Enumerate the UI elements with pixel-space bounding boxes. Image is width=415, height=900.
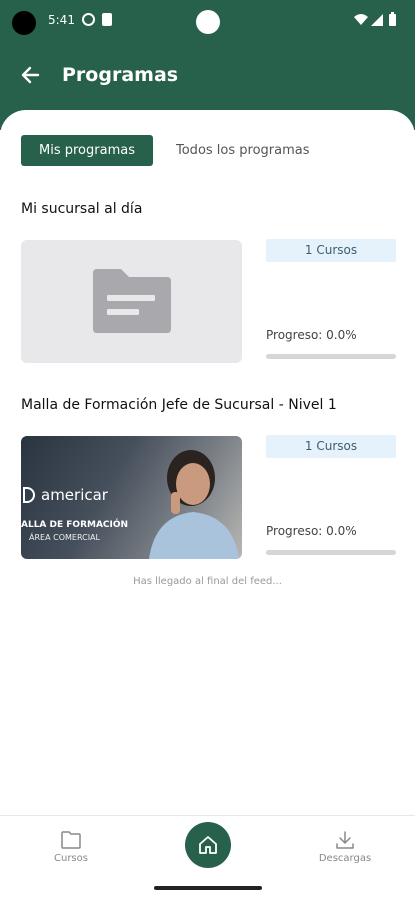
camera-cutout [12, 11, 36, 35]
gesture-bar [154, 886, 262, 890]
courses-badge: 1 Cursos [266, 239, 396, 262]
sim-icon [102, 13, 112, 26]
wifi-signal-battery-icon [354, 12, 396, 26]
progress-label: Progreso: 0.0% [266, 524, 357, 538]
home-icon [199, 836, 217, 854]
tab-todos-los-programas[interactable]: Todos los programas [176, 135, 310, 166]
nav-descargas-label: Descargas [318, 853, 372, 864]
back-button[interactable] [16, 60, 46, 90]
app-bar: Programas [0, 52, 415, 100]
nav-cursos[interactable]: Cursos [36, 830, 106, 864]
progress-bar [266, 354, 396, 359]
brand-logo: americar [23, 486, 108, 504]
program-title[interactable]: Malla de Formación Jefe de Sucursal - Ni… [21, 397, 337, 413]
data-saver-icon [82, 13, 95, 26]
status-time: 5:41 [48, 13, 75, 27]
page-title: Programas [62, 64, 179, 86]
program-thumbnail[interactable]: americar ALLA DE FORMACIÓN ÁREA COMERCIA… [21, 436, 242, 559]
brand-mark-icon [23, 487, 35, 503]
program-thumbnail[interactable] [21, 240, 242, 363]
folder-icon [93, 269, 171, 333]
nav-descargas[interactable]: Descargas [310, 830, 380, 864]
program-title[interactable]: Mi sucursal al día [21, 201, 142, 217]
system-icons [353, 12, 401, 31]
front-camera-dot [196, 10, 220, 34]
nav-cursos-label: Cursos [54, 853, 88, 864]
arrow-back-icon [21, 66, 40, 84]
thumbnail-caption: ALLA DE FORMACIÓN [21, 520, 129, 530]
tab-mis-programas[interactable]: Mis programas [21, 135, 153, 166]
thumbnail-subcaption: ÁREA COMERCIAL [29, 533, 100, 542]
progress-label: Progreso: 0.0% [266, 328, 357, 342]
download-icon [336, 831, 354, 849]
folder-icon [61, 831, 81, 849]
brand-name: americar [41, 486, 108, 504]
courses-badge: 1 Cursos [266, 435, 396, 458]
progress-bar [266, 550, 396, 555]
home-button[interactable] [185, 822, 231, 868]
feed-end-message: Has llegado al final del feed... [133, 576, 282, 587]
person-photo [149, 450, 239, 559]
status-bar: 5:41 [0, 0, 415, 40]
